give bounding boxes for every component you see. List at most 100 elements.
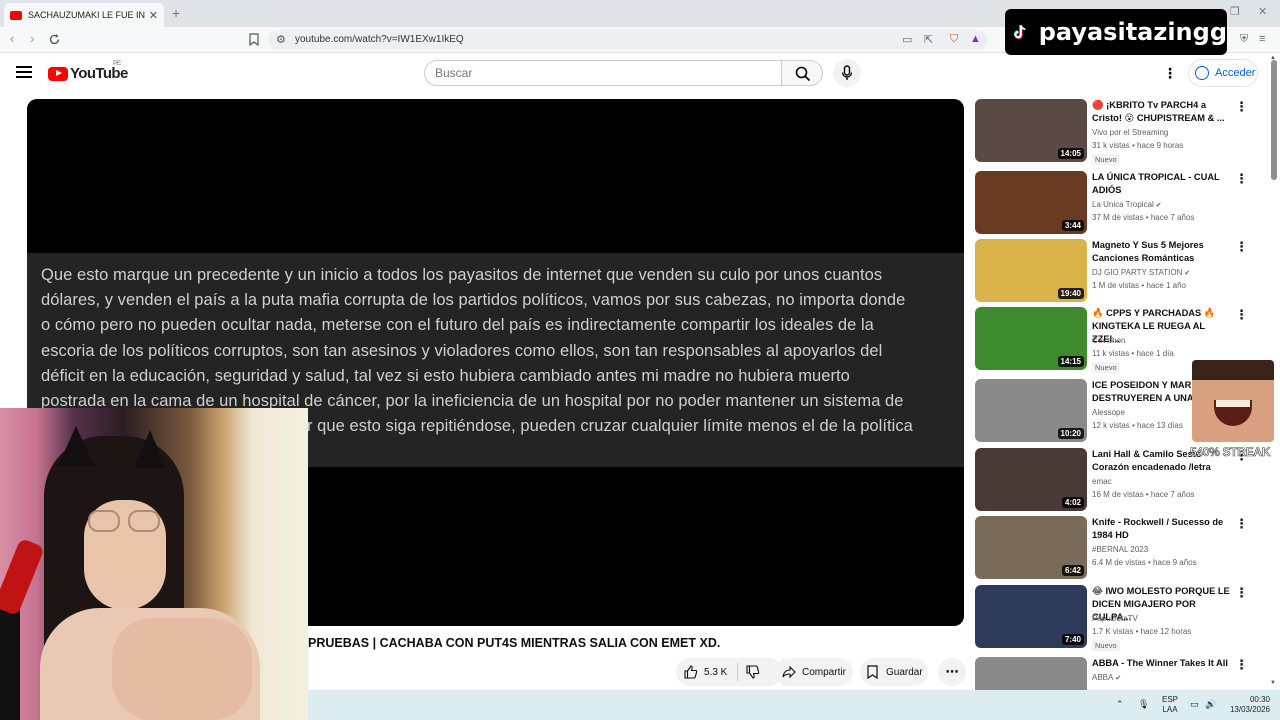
cat-ear-left bbox=[58, 426, 94, 466]
recommendation-title[interactable]: Knife - Rockwell / Sucesso de 1984 HD bbox=[1092, 516, 1230, 542]
tiktok-handle: payasitazingg bbox=[1038, 18, 1227, 46]
chevron-up-icon[interactable]: ⌃ bbox=[1116, 699, 1124, 710]
channel-name[interactable]: Alessope bbox=[1092, 408, 1125, 417]
system-clock[interactable]: 00:30 13/03/2026 bbox=[1226, 695, 1270, 715]
search-button[interactable] bbox=[781, 60, 823, 86]
save-button[interactable]: Guardar bbox=[860, 658, 928, 686]
video-thumbnail[interactable]: 7:40 bbox=[975, 585, 1087, 648]
verified-icon: ✔ bbox=[1182, 270, 1191, 277]
more-options-icon[interactable]: ⋮ bbox=[1235, 239, 1248, 255]
laughing-face-overlay bbox=[1192, 360, 1274, 442]
search-input[interactable] bbox=[424, 60, 782, 86]
channel-name[interactable]: DJ GIO PARTY STATION ✔ bbox=[1092, 268, 1190, 277]
more-options-icon[interactable]: ⋮ bbox=[1235, 307, 1248, 323]
recommendation-title[interactable]: ABBA - The Winner Takes It All bbox=[1092, 657, 1230, 670]
page-scrollbar[interactable] bbox=[1271, 60, 1277, 180]
more-actions-button[interactable]: ⋯ bbox=[938, 658, 966, 686]
youtube-wordmark: YouTube bbox=[70, 65, 128, 82]
video-thumbnail[interactable]: 19:40 bbox=[975, 239, 1087, 302]
recommendation-title[interactable]: Magneto Y Sus 5 Mejores Canciones Románt… bbox=[1092, 239, 1230, 265]
video-meta: 12 k vistas • hace 13 días bbox=[1092, 421, 1183, 430]
os-taskbar: ⌃ 🎙 ESP LAA ▭ 🔊 00:30 13/03/2026 bbox=[308, 690, 1280, 720]
video-thumbnail[interactable]: 14:15 bbox=[975, 307, 1087, 370]
search-icon bbox=[795, 66, 811, 82]
restore-window-icon[interactable]: ❐ bbox=[1230, 5, 1240, 18]
forward-icon[interactable]: › bbox=[30, 31, 34, 46]
channel-name[interactable]: Cevichon bbox=[1092, 336, 1125, 345]
account-icon bbox=[1195, 66, 1209, 80]
new-tab-icon[interactable]: + bbox=[172, 5, 180, 21]
language-indicator[interactable]: ESP LAA bbox=[1162, 695, 1178, 715]
video-meta: 37 M de vistas • hace 7 años bbox=[1092, 213, 1195, 222]
bookmark-icon[interactable] bbox=[249, 33, 259, 46]
video-meta: 1 M de vistas • hace 1 año bbox=[1092, 281, 1186, 290]
video-thumbnail[interactable]: 3:44 bbox=[975, 171, 1087, 234]
channel-name[interactable]: #BERNAL 2023 bbox=[1092, 545, 1148, 554]
network-icon[interactable]: ▭ bbox=[1190, 699, 1199, 710]
recommendation-item[interactable]: 3:44 LA ÚNICA TROPICAL - CUAL ADIÓS La Uni… bbox=[975, 171, 1265, 235]
like-icon[interactable] bbox=[684, 665, 698, 679]
more-options-icon[interactable]: ⋮ bbox=[1235, 99, 1248, 115]
cast-icon[interactable]: ▭ bbox=[902, 33, 912, 46]
video-thumbnail[interactable]: 6:42 bbox=[975, 516, 1087, 579]
close-tab-icon[interactable]: ✕ bbox=[149, 9, 158, 22]
back-icon[interactable]: ‹ bbox=[10, 31, 14, 46]
video-thumbnail[interactable]: 14:05 bbox=[975, 99, 1087, 162]
hamburger-menu-icon[interactable] bbox=[16, 66, 32, 78]
channel-name[interactable]: emac bbox=[1092, 477, 1112, 486]
address-bar[interactable]: ⚙ youtube.com/watch?v=IW1EXw1IkEQ bbox=[268, 30, 988, 50]
like-count[interactable]: 5.3 K bbox=[704, 667, 727, 678]
youtube-logo[interactable]: YouTube PE bbox=[48, 61, 128, 82]
scroll-down-icon[interactable]: ▼ bbox=[1270, 680, 1276, 686]
recommendation-item[interactable]: 6:42 Knife - Rockwell / Sucesso de 1984 H… bbox=[975, 516, 1265, 580]
signin-button[interactable]: Acceder bbox=[1188, 59, 1258, 87]
rewards-icon[interactable]: ▲ bbox=[970, 33, 981, 45]
dislike-icon[interactable] bbox=[746, 665, 760, 679]
share-button[interactable]: Compartir bbox=[775, 658, 853, 686]
tab-title: SACHAUZUMAKI LE FUE INFIEL bbox=[28, 10, 145, 20]
streak-overlay-text: 540% STREAK bbox=[1190, 445, 1271, 460]
video-thumbnail[interactable]: 10:20 bbox=[975, 379, 1087, 442]
more-options-icon[interactable]: ⋮ bbox=[1163, 64, 1177, 82]
microphone-icon bbox=[841, 65, 853, 80]
recommendation-item[interactable]: 19:40 Magneto Y Sus 5 Mejores Canciones R… bbox=[975, 239, 1265, 303]
video-duration: 10:20 bbox=[1057, 428, 1084, 439]
reload-icon[interactable] bbox=[48, 33, 61, 46]
channel-name[interactable]: PapuDotaTV bbox=[1092, 614, 1138, 623]
more-options-icon[interactable]: ⋮ bbox=[1235, 657, 1248, 673]
new-badge: Nuevo bbox=[1092, 362, 1120, 373]
recommendation-item[interactable]: 7:40 😂 IWO MOLESTO PORQUE LE DICEN MIGAJE… bbox=[975, 585, 1265, 651]
share-page-icon[interactable]: ⇱ bbox=[924, 33, 933, 46]
shield-icon[interactable]: ⛉ bbox=[950, 33, 958, 46]
mic-tray-icon[interactable]: 🎙 bbox=[1138, 699, 1149, 710]
caption-line: escoria de los políticos corruptos, son … bbox=[41, 341, 883, 360]
recommendation-item[interactable]: 14:05 🔴 ¡KBRITO Tv PARCH4 a Cristo! 😮 CHU… bbox=[975, 99, 1265, 165]
new-badge: Nuevo bbox=[1092, 154, 1120, 165]
verified-icon: ✔ bbox=[1113, 675, 1122, 682]
like-dislike-group: 5.3 K bbox=[676, 658, 783, 686]
recommendation-title[interactable]: 🔴 ¡KBRITO Tv PARCH4 a Cristo! 😮 CHUPISTR… bbox=[1092, 99, 1230, 125]
recommendation-title[interactable]: LA ÚNICA TROPICAL - CUAL ADIÓS bbox=[1092, 171, 1230, 197]
browser-tab[interactable]: SACHAUZUMAKI LE FUE INFIEL ✕ bbox=[4, 3, 164, 27]
more-options-icon[interactable]: ⋮ bbox=[1235, 516, 1248, 532]
youtube-favicon-icon bbox=[10, 10, 22, 20]
video-thumbnail[interactable]: 4:02 bbox=[975, 448, 1087, 511]
menu-icon[interactable]: ≡ bbox=[1259, 33, 1265, 45]
vpn-icon[interactable]: ⛨ bbox=[1240, 33, 1248, 46]
close-window-icon[interactable]: ✕ bbox=[1258, 5, 1267, 18]
verified-icon: ✔ bbox=[1153, 202, 1162, 209]
more-options-icon[interactable]: ⋮ bbox=[1235, 171, 1248, 187]
caption-line: o cómo pero no pueden ocultar nada, mete… bbox=[41, 316, 874, 335]
save-icon bbox=[867, 665, 878, 679]
channel-name[interactable]: Vivo por el Streaming bbox=[1092, 128, 1168, 137]
site-info-icon[interactable]: ⚙ bbox=[276, 33, 286, 46]
recommendation-item[interactable]: ABBA - The Winner Takes It All ABBA ✔ ⋮ bbox=[975, 657, 1265, 720]
more-options-icon[interactable]: ⋮ bbox=[1235, 585, 1248, 601]
channel-name[interactable]: La Unica Tropical ✔ bbox=[1092, 200, 1162, 209]
video-meta: 6.4 M de vistas • hace 9 años bbox=[1092, 558, 1197, 567]
volume-icon[interactable]: 🔊 bbox=[1205, 699, 1216, 710]
video-duration: 4:02 bbox=[1061, 497, 1084, 508]
voice-search-button[interactable] bbox=[833, 59, 861, 87]
channel-name[interactable]: ABBA ✔ bbox=[1092, 673, 1121, 682]
youtube-header: YouTube PE ⋮ Acceder bbox=[0, 53, 1280, 93]
